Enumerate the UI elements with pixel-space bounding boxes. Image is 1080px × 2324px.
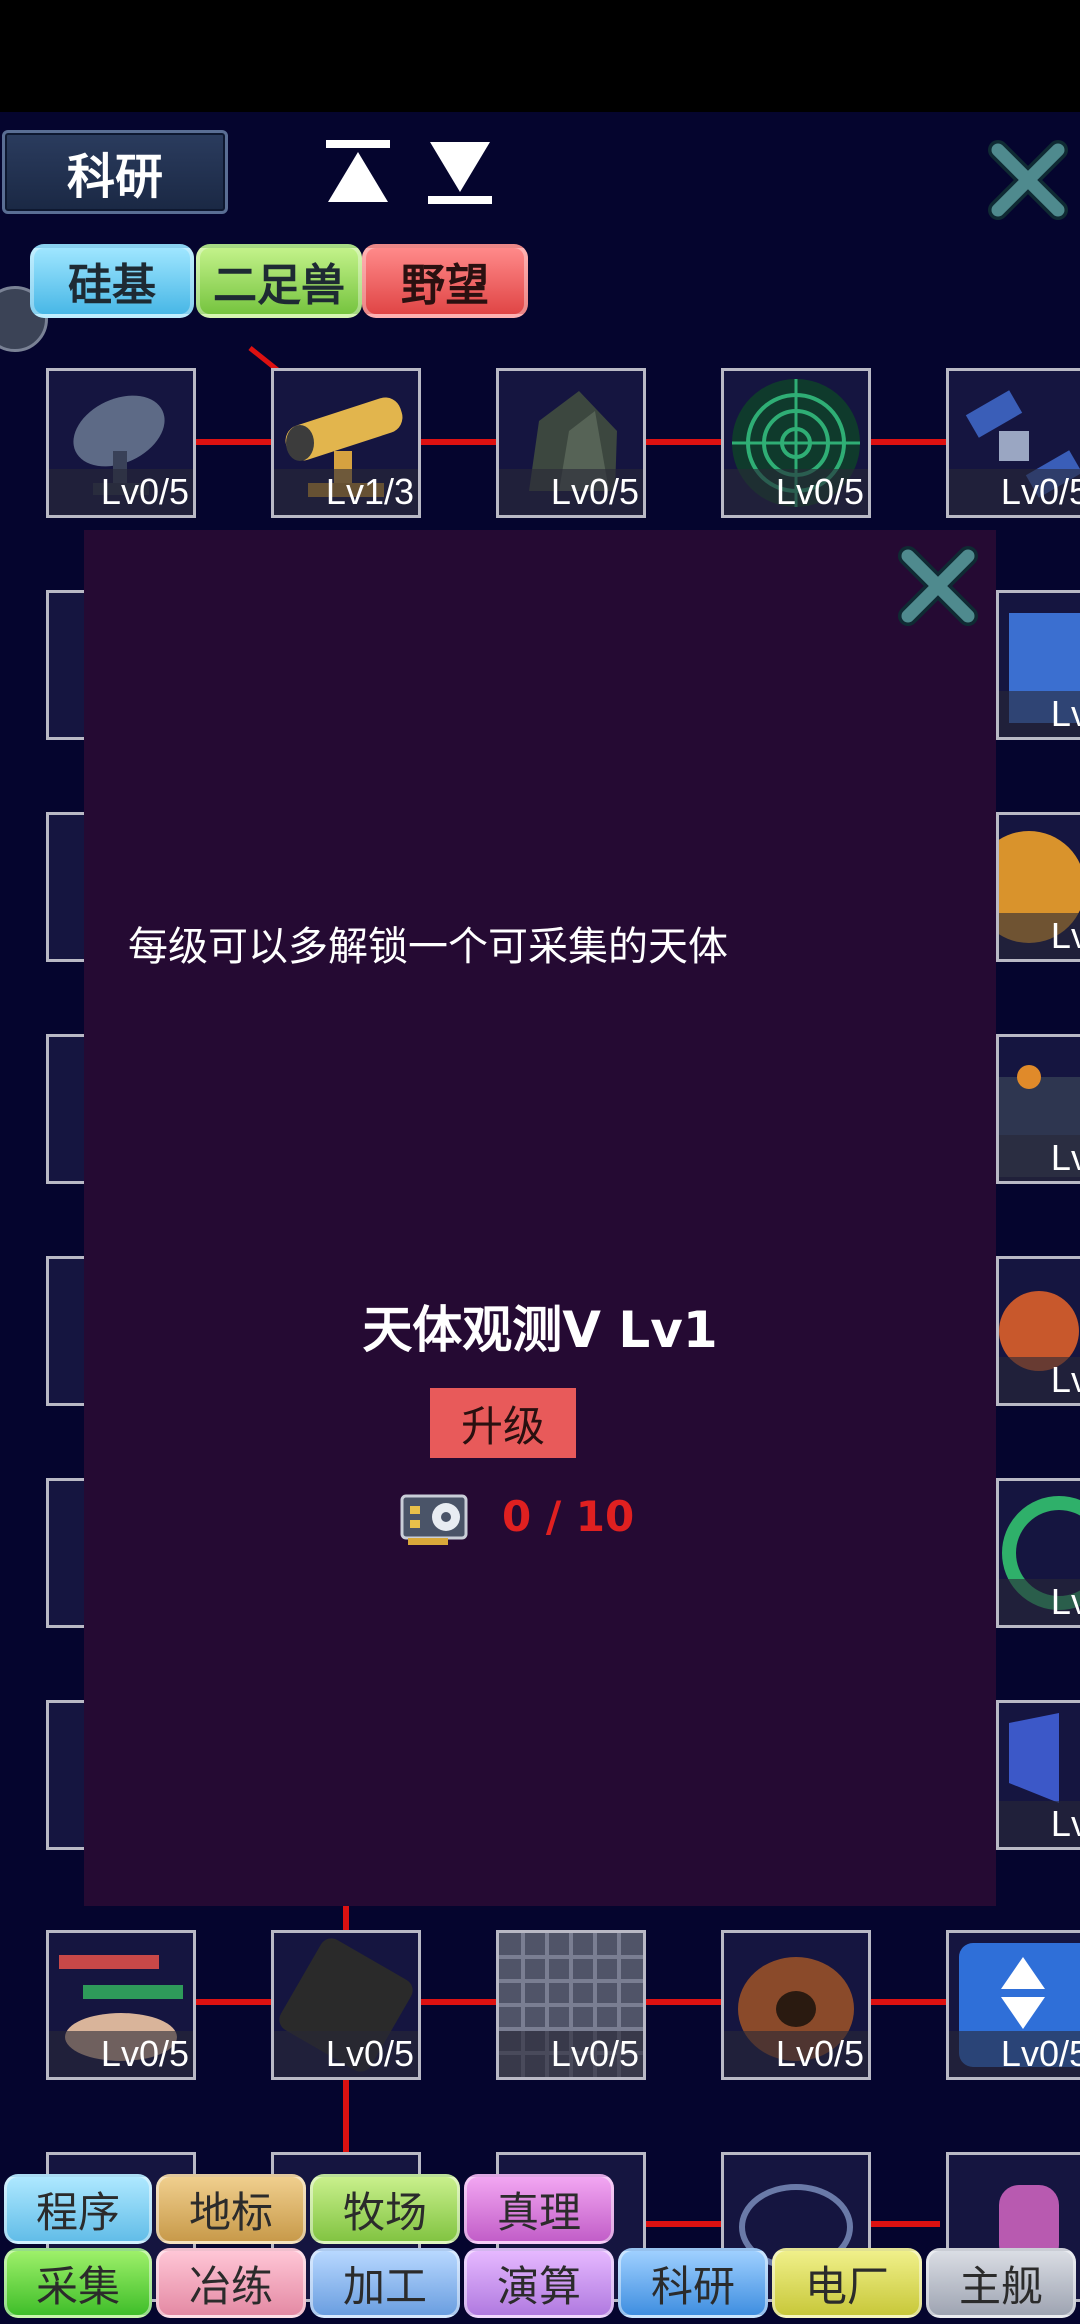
tech-card-radar[interactable]: Lv0/5 [721,368,871,518]
close-icon[interactable] [986,138,1070,222]
tech-card-satellite[interactable]: Lv0/5 [946,368,1080,518]
tech-card[interactable]: Lv0/5 [996,590,1080,740]
gpu-card-icon [400,1494,468,1545]
tab-process[interactable]: 加工 [310,2248,460,2318]
tech-card-dish[interactable]: Lv0/5 [46,368,196,518]
level-label: Lv0/5 [499,469,643,515]
tech-card[interactable]: Lv0/5 [996,1478,1080,1628]
level-label: Lv1/3 [274,469,418,515]
tag-biped[interactable]: 二足兽 [196,244,362,318]
level-label: Lv0/5 [949,2031,1080,2077]
status-bar [0,0,1080,112]
research-screen: 科研 硅基 二足兽 野望 Lv0/5 Lv1/3 Lv0/5 Lv0/5 Lv0… [0,112,1080,2324]
tech-card-cable[interactable]: Lv0/5 [721,1930,871,2080]
close-icon[interactable] [896,544,980,628]
scroll-top-icon[interactable] [322,136,394,208]
level-label: Lv0/5 [999,691,1080,737]
page-title: 科研 [2,130,228,214]
tech-card-pattern[interactable]: Lv0/5 [496,1930,646,2080]
tech-card-telescope[interactable]: Lv1/3 [271,368,421,518]
level-label: Lv0/5 [724,469,868,515]
item-description: 每级可以多解锁一个可采集的天体 [128,924,728,970]
tag-ambition[interactable]: 野望 [362,244,528,318]
tech-card-updown[interactable]: Lv0/5 [946,1930,1080,2080]
tech-card-mesh[interactable]: Lv0/5 [271,1930,421,2080]
tab-ranch[interactable]: 牧场 [310,2174,460,2244]
detail-popup: 每级可以多解锁一个可采集的天体 天体观测V Lv1 升级 0 / 10 [84,530,996,1906]
scroll-bottom-icon[interactable] [424,136,496,208]
tab-mothership[interactable]: 主舰 [926,2248,1076,2318]
level-label: Lv0/5 [999,1579,1080,1625]
tech-card[interactable]: Lv0/5 [996,812,1080,962]
level-label: Lv0/5 [999,1801,1080,1847]
item-name: 天体观测V Lv1 [362,1301,718,1359]
tab-program[interactable]: 程序 [4,2174,152,2244]
level-label: Lv0/5 [274,2031,418,2077]
level-label: Lv0/5 [49,2031,193,2077]
tech-card-ore[interactable]: Lv0/5 [496,368,646,518]
level-label: Lv0/5 [999,1357,1080,1403]
level-label: Lv0/5 [999,1135,1080,1181]
cost-label: 0 / 10 [502,1492,635,1541]
upgrade-button[interactable]: 升级 [430,1388,576,1458]
tech-card-trade[interactable]: Lv0/5 [46,1930,196,2080]
level-label: Lv0/5 [49,469,193,515]
tab-compute[interactable]: 演算 [464,2248,614,2318]
tech-card[interactable]: Lv0/5 [996,1700,1080,1850]
tab-research[interactable]: 科研 [618,2248,768,2318]
tab-smelt[interactable]: 冶练 [156,2248,306,2318]
tech-card[interactable]: Lv0/5 [996,1034,1080,1184]
tab-powerplant[interactable]: 电厂 [772,2248,922,2318]
level-label: Lv0/5 [724,2031,868,2077]
tech-card[interactable]: Lv0/5 [996,1256,1080,1406]
tab-gather[interactable]: 采集 [4,2248,152,2318]
level-label: Lv0/5 [999,913,1080,959]
tag-silicon[interactable]: 硅基 [30,244,194,318]
level-label: Lv0/5 [499,2031,643,2077]
tab-landmark[interactable]: 地标 [156,2174,306,2244]
level-label: Lv0/5 [949,469,1080,515]
tab-truth[interactable]: 真理 [464,2174,614,2244]
